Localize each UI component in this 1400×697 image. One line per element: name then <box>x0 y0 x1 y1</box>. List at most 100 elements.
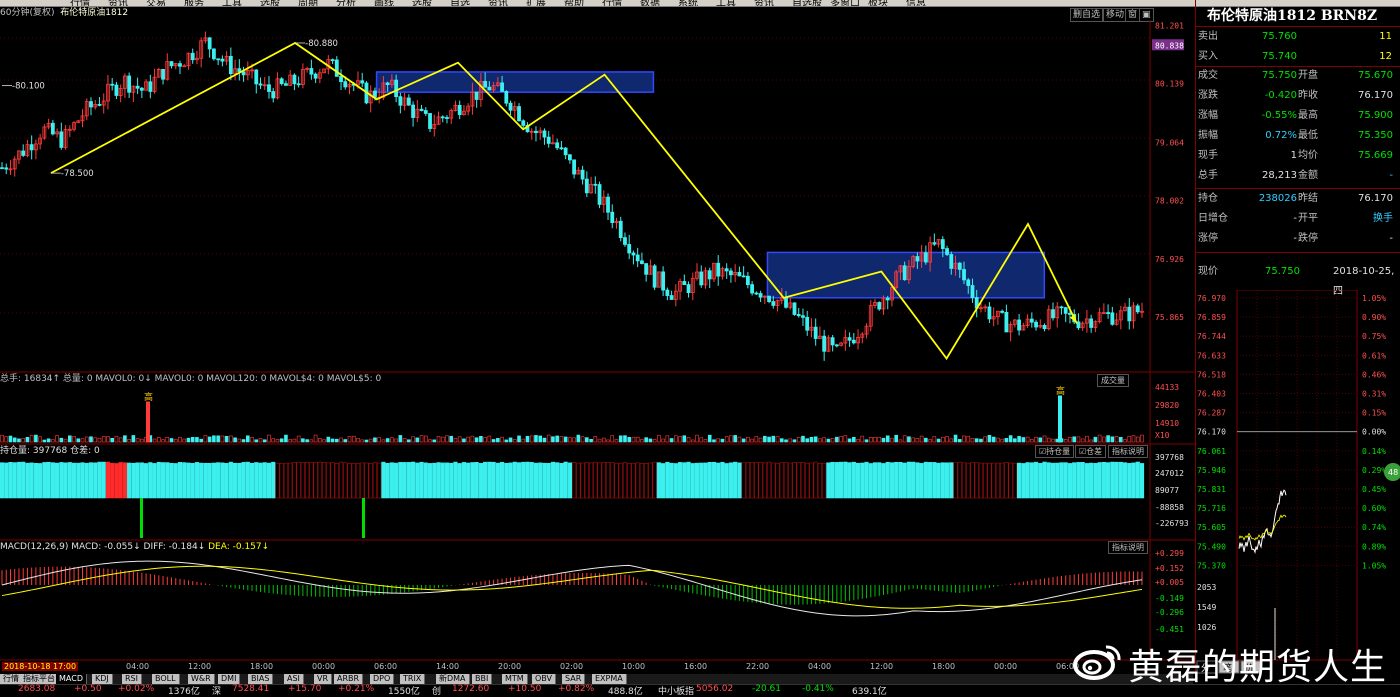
macd-axis-label: +0.152 <box>1155 564 1184 573</box>
mini-axis-left-label: 75.831 <box>1197 485 1226 494</box>
oi-bar <box>1076 462 1081 499</box>
volume-bar <box>1004 438 1009 443</box>
oi-bar <box>211 462 216 499</box>
volume-bar <box>788 438 793 443</box>
indicator-tab[interactable]: TRIX <box>400 674 426 684</box>
volume-bar <box>59 437 64 443</box>
oi-bar <box>555 462 560 499</box>
oi-bar <box>504 462 509 499</box>
volume-bar <box>318 438 322 443</box>
volume-bar <box>38 436 42 443</box>
volume-bar <box>538 435 543 443</box>
oi-bar <box>389 462 394 499</box>
volume-bar <box>423 435 428 443</box>
oi-bar <box>76 462 81 499</box>
candle-body <box>644 263 649 275</box>
indicator-tab[interactable]: ARBR <box>334 674 364 684</box>
oi-bar <box>398 462 403 499</box>
oi-bar <box>372 462 378 499</box>
indicator-tab[interactable]: BBI <box>472 674 493 684</box>
oi-bar <box>25 462 30 499</box>
oi-bar <box>944 462 950 499</box>
volume-bar <box>652 439 657 443</box>
indicator-tab[interactable]: 新DMA <box>436 674 470 684</box>
mini-axis-left-label: 75.370 <box>1197 561 1226 570</box>
volume-bar <box>801 435 805 443</box>
oi-indicator-help-button[interactable]: 指标说明 <box>1108 445 1148 458</box>
oi-bar <box>228 461 233 499</box>
time-axis-label: 00:00 <box>994 662 1018 671</box>
indicator-tab[interactable]: MACD <box>56 674 87 684</box>
indicator-tab[interactable]: EXPMA <box>592 674 627 684</box>
oi-bar <box>271 461 276 499</box>
oi-checkbox[interactable]: ☑持仓量 <box>1035 445 1075 458</box>
intraday-mini-chart[interactable]: 76.970 76.859 76.744 76.633 76.518 76.403 76.2… <box>1195 290 1400 674</box>
indicator-tab[interactable]: SAR <box>562 674 586 684</box>
oi-bar <box>377 462 382 499</box>
volume-bar <box>860 435 865 443</box>
indicator-tab[interactable]: BOLL <box>152 674 180 684</box>
volume-bar <box>305 439 309 443</box>
oi-bar <box>779 462 784 499</box>
oi-bar <box>915 462 920 499</box>
oi-bar <box>872 462 878 499</box>
indicator-tab[interactable]: KDJ <box>92 674 113 684</box>
volume-bar <box>822 437 826 443</box>
mini-axis-right-label: 0.29% <box>1362 466 1386 475</box>
candle-body <box>89 101 93 108</box>
indicator-tab[interactable]: W&R <box>188 674 215 684</box>
oi-bar <box>457 463 462 499</box>
oi-diff-checkbox[interactable]: ☑仓差 <box>1075 445 1107 458</box>
indicator-tab[interactable]: BIAS <box>248 674 274 684</box>
indicator-tab[interactable]: 指标平台 <box>20 674 59 684</box>
oi-bar <box>1008 462 1013 499</box>
oi-bar <box>300 462 305 499</box>
quote-label: 开平 <box>1298 213 1318 224</box>
oi-bar <box>860 462 865 499</box>
volume-bar <box>250 437 254 443</box>
volume-bar <box>114 435 119 443</box>
volume-bar <box>669 438 674 443</box>
indicator-tab[interactable]: ASI <box>284 674 304 684</box>
status-item: +0.50 <box>74 684 102 694</box>
oi-bar <box>97 461 102 499</box>
macd-indicator-help-button[interactable]: 指标说明 <box>1108 541 1148 554</box>
indicator-tab[interactable]: OBV <box>532 674 557 684</box>
volume-indicator-button[interactable]: 成交量 <box>1097 374 1129 387</box>
volume-bar <box>618 435 623 443</box>
candle-body <box>483 80 488 88</box>
oi-bar <box>605 462 611 499</box>
oi-bar <box>622 462 628 499</box>
oi-bar <box>326 462 331 499</box>
oi-bar <box>343 462 348 499</box>
indicator-tab[interactable]: DMI <box>218 674 241 684</box>
indicator-tab[interactable]: RSI <box>122 674 142 684</box>
oi-bar <box>868 463 873 499</box>
indicator-tab[interactable]: VR <box>314 674 333 684</box>
volume-bar <box>1072 436 1076 443</box>
mini-axis-left-label: 1549 <box>1197 603 1216 612</box>
oi-bar <box>690 463 695 499</box>
candle-body <box>139 87 144 91</box>
mini-axis-left-label: 1026 <box>1197 623 1216 632</box>
candle-body <box>1017 319 1022 331</box>
volume-bar <box>601 437 606 443</box>
oi-bar <box>707 461 712 499</box>
oi-bar <box>224 463 229 499</box>
indicator-tab[interactable]: DPO <box>370 674 395 684</box>
candle-body <box>1127 306 1132 322</box>
oi-bar <box>394 462 399 499</box>
volume-bar <box>996 437 1000 443</box>
oi-bar <box>864 461 869 499</box>
volume-bar <box>271 438 276 443</box>
volume-bar <box>661 438 665 443</box>
oi-bar <box>991 462 996 499</box>
chart-area[interactable]: 81.201 80.838 80.139 79.064 78.002 76.926 75.8… <box>0 0 1195 674</box>
volume-bar <box>953 434 958 443</box>
oi-bar <box>711 461 717 499</box>
volume-bar <box>487 435 492 443</box>
mini-axis-left-label: 76.061 <box>1197 447 1226 456</box>
oi-bar <box>152 463 157 499</box>
candle-body <box>445 117 449 119</box>
indicator-tab[interactable]: MTM <box>502 674 528 684</box>
